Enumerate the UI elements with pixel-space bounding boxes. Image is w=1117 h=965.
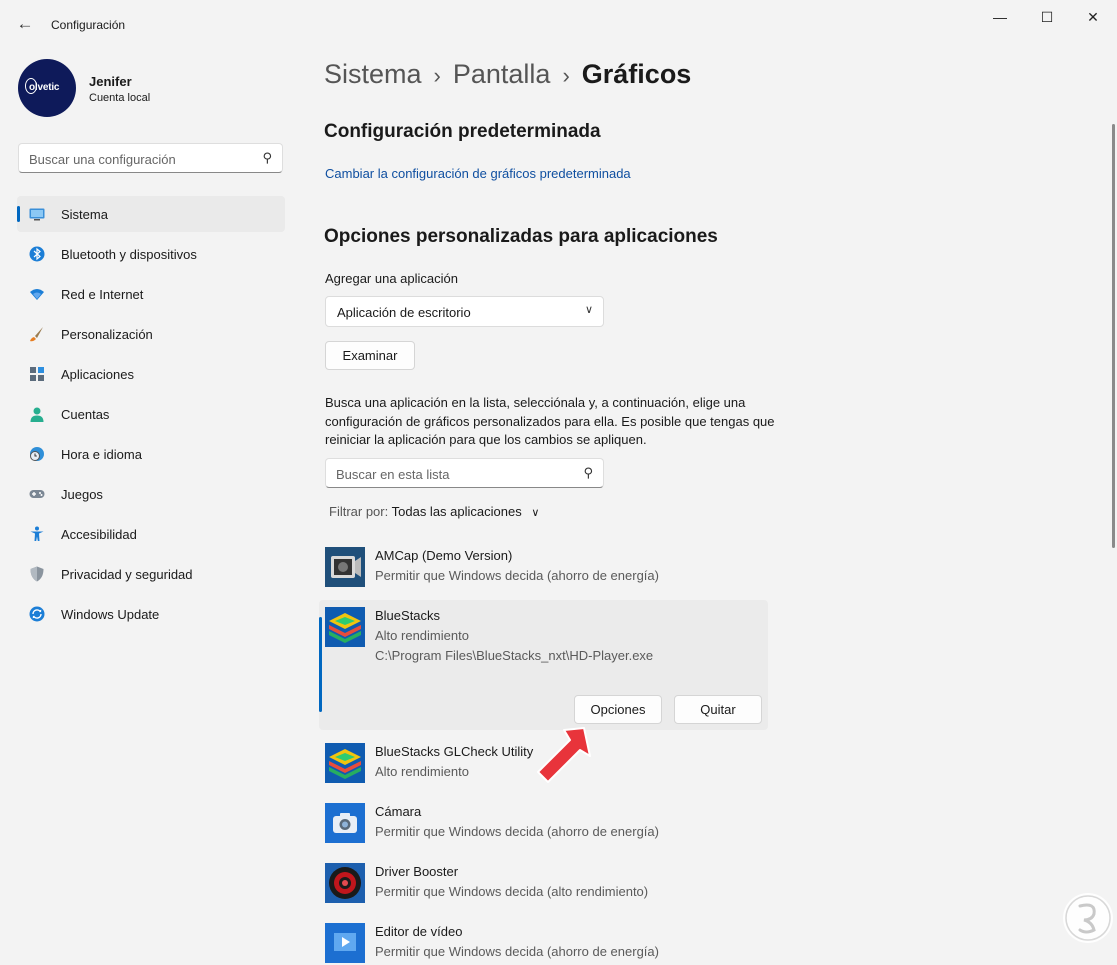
- app-name: BlueStacks GLCheck Utility: [375, 744, 534, 759]
- bluestacks-icon: [325, 607, 365, 647]
- app-setting: Permitir que Windows decida (ahorro de e…: [375, 568, 659, 583]
- app-name: Editor de vídeo: [375, 924, 463, 939]
- update-icon: [29, 606, 45, 622]
- list-search-input[interactable]: Buscar en esta lista ⚲: [325, 458, 604, 488]
- custom-section-title: Opciones personalizadas para aplicacione…: [324, 226, 718, 247]
- list-item[interactable]: Editor de vídeo Permitir que Windows dec…: [325, 921, 765, 965]
- sidebar-item-aplicaciones[interactable]: Aplicaciones: [17, 356, 285, 392]
- apps-icon: [30, 367, 44, 381]
- video-editor-icon: [325, 923, 365, 963]
- browse-button[interactable]: Examinar: [325, 341, 415, 370]
- app-name: BlueStacks: [375, 608, 441, 623]
- camera-icon: [325, 803, 365, 843]
- person-icon: [30, 407, 44, 422]
- app-name: Driver Booster: [375, 864, 459, 879]
- options-button[interactable]: Opciones: [574, 695, 662, 724]
- sidebar-item-personalizacion[interactable]: Personalización: [17, 316, 285, 352]
- watermark-logo-icon: [1063, 893, 1113, 943]
- search-placeholder: Buscar una configuración: [29, 152, 176, 167]
- sidebar-item-hora[interactable]: Hora e idioma: [17, 436, 285, 472]
- maximize-button[interactable]: ☐: [1024, 0, 1070, 34]
- sidebar-nav: Sistema Bluetooth y dispositivos Red e I…: [17, 196, 285, 636]
- camcorder-icon: [325, 547, 365, 587]
- search-placeholder: Buscar en esta lista: [336, 467, 450, 482]
- add-app-label: Agregar una aplicación: [325, 271, 458, 286]
- filter-value: Todas las aplicaciones: [391, 504, 522, 519]
- chevron-right-icon: ›: [433, 63, 441, 88]
- back-arrow-icon[interactable]: ←: [14, 13, 36, 35]
- sidebar-item-label: Aplicaciones: [61, 367, 134, 382]
- app-setting: Alto rendimiento: [375, 628, 469, 643]
- account-type: Cuenta local: [89, 92, 151, 104]
- gamepad-icon: [29, 490, 45, 498]
- description-text: Busca una aplicación en la lista, selecc…: [325, 395, 775, 447]
- app-setting: Permitir que Windows decida (alto rendim…: [375, 884, 649, 899]
- list-item[interactable]: Cámara Permitir que Windows decida (ahor…: [325, 801, 765, 845]
- avatar[interactable]: olvetic: [18, 59, 76, 117]
- scrollbar[interactable]: [1112, 124, 1115, 548]
- sidebar-item-label: Privacidad y seguridad: [61, 567, 193, 582]
- bluestacks-icon: [325, 743, 365, 783]
- sidebar-item-bluetooth[interactable]: Bluetooth y dispositivos: [17, 236, 285, 272]
- app-title: Configuración: [51, 18, 126, 32]
- app-setting: Alto rendimiento: [375, 764, 469, 779]
- avatar-text: olvetic: [29, 82, 60, 93]
- shield-icon: [30, 566, 44, 582]
- app-name: AMCap (Demo Version): [375, 548, 513, 563]
- search-icon: ⚲: [583, 465, 593, 480]
- selection-indicator: [319, 617, 322, 712]
- search-icon: ⚲: [262, 150, 272, 165]
- default-section-title: Configuración predeterminada: [324, 121, 601, 142]
- sidebar-item-label: Sistema: [61, 207, 108, 222]
- globe-clock-icon: [30, 447, 44, 461]
- filter-label: Filtrar por:: [329, 504, 389, 519]
- page-title: Gráficos: [581, 59, 692, 89]
- change-default-graphics-link[interactable]: Cambiar la configuración de gráficos pre…: [325, 166, 631, 181]
- chevron-down-icon: ∨: [531, 507, 540, 519]
- app-name: Cámara: [375, 804, 422, 819]
- user-name: Jenifer: [89, 74, 132, 89]
- list-item[interactable]: Driver Booster Permitir que Windows deci…: [325, 861, 765, 905]
- title-bar: ← Configuración — ☐ ✕: [0, 0, 1117, 50]
- wifi-icon: [30, 289, 44, 300]
- annotation-arrow-icon: [537, 727, 591, 783]
- app-type-dropdown[interactable]: Aplicación de escritorio ∨: [325, 296, 604, 327]
- sidebar-item-label: Bluetooth y dispositivos: [61, 247, 197, 262]
- breadcrumb-sistema[interactable]: Sistema: [324, 59, 422, 89]
- sidebar-item-privacidad[interactable]: Privacidad y seguridad: [17, 556, 285, 592]
- monitor-icon: [29, 208, 45, 221]
- sidebar-item-label: Juegos: [61, 487, 103, 502]
- sidebar-item-label: Accesibilidad: [61, 527, 137, 542]
- sidebar-item-label: Personalización: [61, 327, 153, 342]
- dropdown-value: Aplicación de escritorio: [337, 305, 471, 320]
- list-item-expanded[interactable]: BlueStacks Alto rendimiento C:\Program F…: [325, 605, 765, 675]
- sidebar-item-cuentas[interactable]: Cuentas: [17, 396, 285, 432]
- chevron-down-icon: ∨: [584, 304, 593, 316]
- remove-button[interactable]: Quitar: [674, 695, 762, 724]
- bluetooth-icon: [29, 246, 45, 262]
- sidebar-item-sistema[interactable]: Sistema: [17, 196, 285, 232]
- driver-booster-icon: [325, 863, 365, 903]
- filter-control[interactable]: Filtrar por: Todas las aplicaciones ∨: [329, 504, 539, 519]
- sidebar-item-accesibilidad[interactable]: Accesibilidad: [17, 516, 285, 552]
- list-item[interactable]: AMCap (Demo Version) Permitir que Window…: [325, 545, 765, 589]
- settings-search-input[interactable]: Buscar una configuración ⚲: [18, 143, 283, 173]
- app-setting: Permitir que Windows decida (ahorro de e…: [375, 824, 659, 839]
- breadcrumb-pantalla[interactable]: Pantalla: [453, 59, 551, 89]
- accessibility-icon: [30, 526, 44, 541]
- minimize-button[interactable]: —: [977, 0, 1023, 34]
- sidebar-item-juegos[interactable]: Juegos: [17, 476, 285, 512]
- app-path: C:\Program Files\BlueStacks_nxt\HD-Playe…: [375, 648, 654, 663]
- sidebar-item-label: Red e Internet: [61, 287, 144, 302]
- sidebar-item-label: Windows Update: [61, 607, 160, 622]
- close-button[interactable]: ✕: [1070, 0, 1116, 34]
- sidebar-item-windows-update[interactable]: Windows Update: [17, 596, 285, 632]
- brush-icon: [30, 327, 43, 342]
- sidebar-item-label: Cuentas: [61, 407, 110, 422]
- breadcrumb: Sistema › Pantalla › Gráficos: [324, 59, 691, 90]
- sidebar-item-label: Hora e idioma: [61, 447, 142, 462]
- chevron-right-icon: ›: [562, 63, 570, 88]
- sidebar-item-red[interactable]: Red e Internet: [17, 276, 285, 312]
- app-setting: Permitir que Windows decida (ahorro de e…: [375, 944, 659, 959]
